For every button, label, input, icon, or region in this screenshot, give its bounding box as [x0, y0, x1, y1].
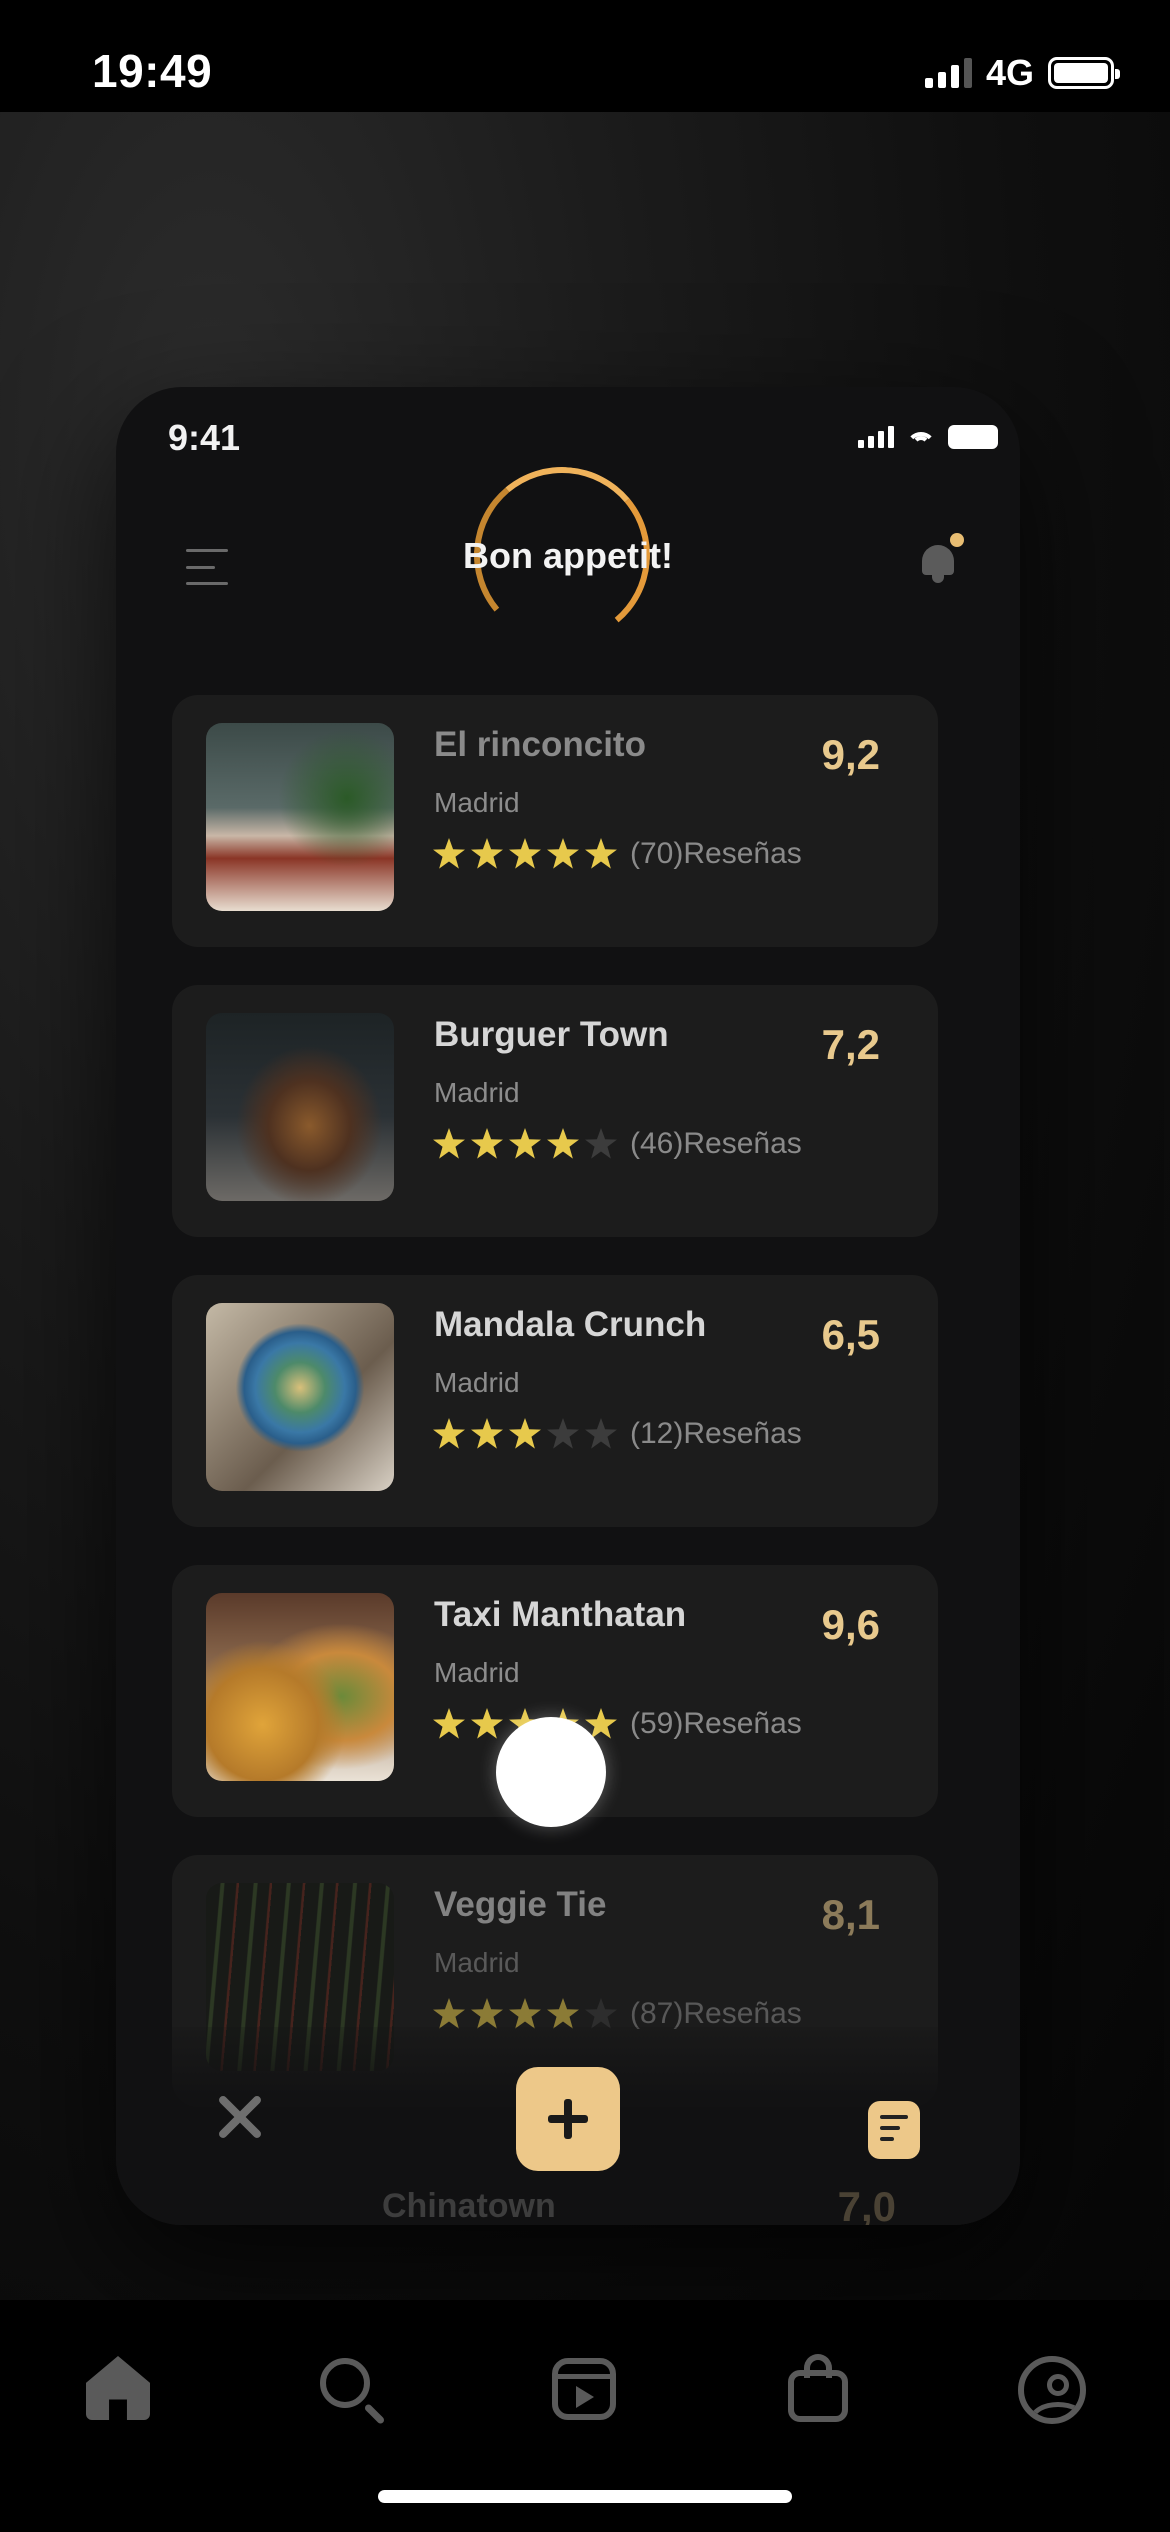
peek-restaurant-score: 7,0: [837, 2183, 896, 2225]
star-rating: [432, 1417, 618, 1451]
star-filled-icon: [471, 1128, 503, 1159]
star-filled-icon: [509, 1998, 541, 2029]
network-label: 4G: [985, 52, 1034, 93]
star-rating: [432, 1997, 618, 2031]
status-time: 19:49: [92, 45, 213, 97]
restaurant-photo: [206, 1303, 394, 1491]
star-empty-icon: [585, 1998, 617, 2029]
notification-dot: [950, 533, 964, 547]
restaurant-name: Veggie Tie: [434, 1885, 607, 1924]
restaurant-city: Madrid: [434, 1367, 520, 1398]
restaurant-photo: [206, 1593, 394, 1781]
star-empty-icon: [547, 1418, 579, 1449]
review-count: (59)Reseñas: [630, 1707, 802, 1740]
restaurant-score: 9,2: [821, 731, 880, 778]
restaurant-photo: [206, 723, 394, 911]
restaurant-score: 8,1: [821, 1891, 880, 1938]
star-filled-icon: [471, 1998, 503, 2029]
star-filled-icon: [547, 838, 579, 869]
status-indicators: 4G: [924, 52, 1120, 94]
home-icon[interactable]: [82, 2354, 154, 2426]
star-filled-icon: [547, 1998, 579, 2029]
restaurant-card[interactable]: Burguer Town Madrid (46)Reseñas 7,2: [172, 985, 938, 1237]
review-count: (87)Reseñas: [630, 1997, 802, 2030]
review-count: (70)Reseñas: [630, 837, 802, 870]
star-filled-icon: [509, 1128, 541, 1159]
cutlery-icon[interactable]: [212, 2089, 268, 2145]
app-title: Bon appetit!: [463, 535, 673, 576]
star-filled-icon: [433, 1708, 465, 1739]
shop-icon[interactable]: [782, 2354, 854, 2426]
mockup-signal-icon: [858, 426, 894, 448]
star-filled-icon: [433, 1128, 465, 1159]
notification-bell-icon[interactable]: [918, 533, 964, 585]
star-filled-icon: [433, 1998, 465, 2029]
restaurant-city: Madrid: [434, 1947, 520, 1978]
star-filled-icon: [433, 1418, 465, 1449]
star-filled-icon: [471, 838, 503, 869]
restaurant-photo: [206, 1013, 394, 1201]
restaurant-list: El rinconcito Madrid (70)Reseñas 9,2 Bur…: [172, 695, 938, 2145]
restaurant-score: 7,2: [821, 1021, 880, 1068]
review-count: (46)Reseñas: [630, 1127, 802, 1160]
restaurant-card[interactable]: Mandala Crunch Madrid (12)Reseñas 6,5: [172, 1275, 938, 1527]
add-button[interactable]: [516, 2067, 620, 2171]
app-mockup: 9:41 Bon appetit! El rinconcito Madrid (…: [116, 387, 1020, 2225]
mockup-status-icons: [858, 425, 998, 449]
star-empty-icon: [585, 1128, 617, 1159]
star-filled-icon: [585, 838, 617, 869]
mockup-tab-bar: Chinatown 7,0: [116, 2027, 1020, 2225]
mockup-wifi-icon: [906, 426, 936, 448]
restaurant-city: Madrid: [434, 1657, 520, 1688]
signal-icon: [924, 58, 972, 88]
reel-video[interactable]: 9:41 Bon appetit! El rinconcito Madrid (…: [0, 112, 1170, 2300]
restaurant-name: Burguer Town: [434, 1015, 669, 1054]
reels-icon[interactable]: [548, 2354, 620, 2426]
restaurant-name: El rinconcito: [434, 725, 646, 764]
mockup-time: 9:41: [168, 417, 241, 458]
restaurant-score: 6,5: [821, 1311, 880, 1358]
mockup-battery-icon: [948, 425, 998, 449]
star-filled-icon: [433, 838, 465, 869]
touch-indicator: [496, 1717, 606, 1827]
star-filled-icon: [509, 1418, 541, 1449]
search-icon[interactable]: [316, 2354, 388, 2426]
restaurant-name: Taxi Manthatan: [434, 1595, 687, 1634]
restaurant-score: 9,6: [821, 1601, 880, 1648]
star-rating: [432, 1127, 618, 1161]
star-empty-icon: [585, 1418, 617, 1449]
restaurant-city: Madrid: [434, 1077, 520, 1108]
peek-restaurant-name: Chinatown: [382, 2187, 556, 2225]
notes-icon[interactable]: [868, 2101, 920, 2159]
home-indicator[interactable]: [378, 2490, 792, 2503]
star-rating: [432, 837, 618, 871]
restaurant-city: Madrid: [434, 787, 520, 818]
restaurant-card[interactable]: El rinconcito Madrid (70)Reseñas 9,2: [172, 695, 938, 947]
star-filled-icon: [471, 1708, 503, 1739]
star-filled-icon: [509, 838, 541, 869]
star-filled-icon: [547, 1128, 579, 1159]
review-count: (12)Reseñas: [630, 1417, 802, 1450]
status-bar: 19:49 4G: [0, 0, 1170, 112]
profile-icon[interactable]: [1016, 2354, 1088, 2426]
battery-icon: [1048, 57, 1120, 89]
star-filled-icon: [471, 1418, 503, 1449]
restaurant-name: Mandala Crunch: [434, 1305, 707, 1344]
